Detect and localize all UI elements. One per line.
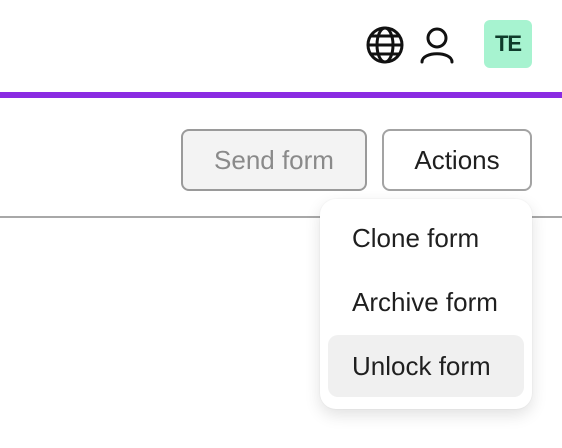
accent-line xyxy=(0,92,562,98)
avatar[interactable]: TE xyxy=(484,20,532,68)
menu-item-label: Clone form xyxy=(352,222,480,253)
top-navbar: TE xyxy=(0,0,562,92)
user-icon xyxy=(417,25,457,65)
actions-dropdown-menu: Clone form Archive form Unlock form xyxy=(320,199,532,409)
globe-icon xyxy=(365,25,405,65)
avatar-initials: TE xyxy=(494,31,522,56)
profile-button[interactable] xyxy=(416,24,458,66)
menu-item-unlock-form[interactable]: Unlock form xyxy=(328,335,524,397)
menu-item-archive-form[interactable]: Archive form xyxy=(328,271,524,333)
menu-item-label: Archive form xyxy=(352,286,498,317)
send-form-button[interactable]: Send form xyxy=(181,129,367,191)
actions-label: Actions xyxy=(414,145,500,175)
menu-item-clone-form[interactable]: Clone form xyxy=(328,207,524,269)
actions-button[interactable]: Actions xyxy=(382,129,532,191)
menu-item-label: Unlock form xyxy=(352,350,491,381)
send-form-label: Send form xyxy=(214,145,334,175)
language-button[interactable] xyxy=(364,24,406,66)
